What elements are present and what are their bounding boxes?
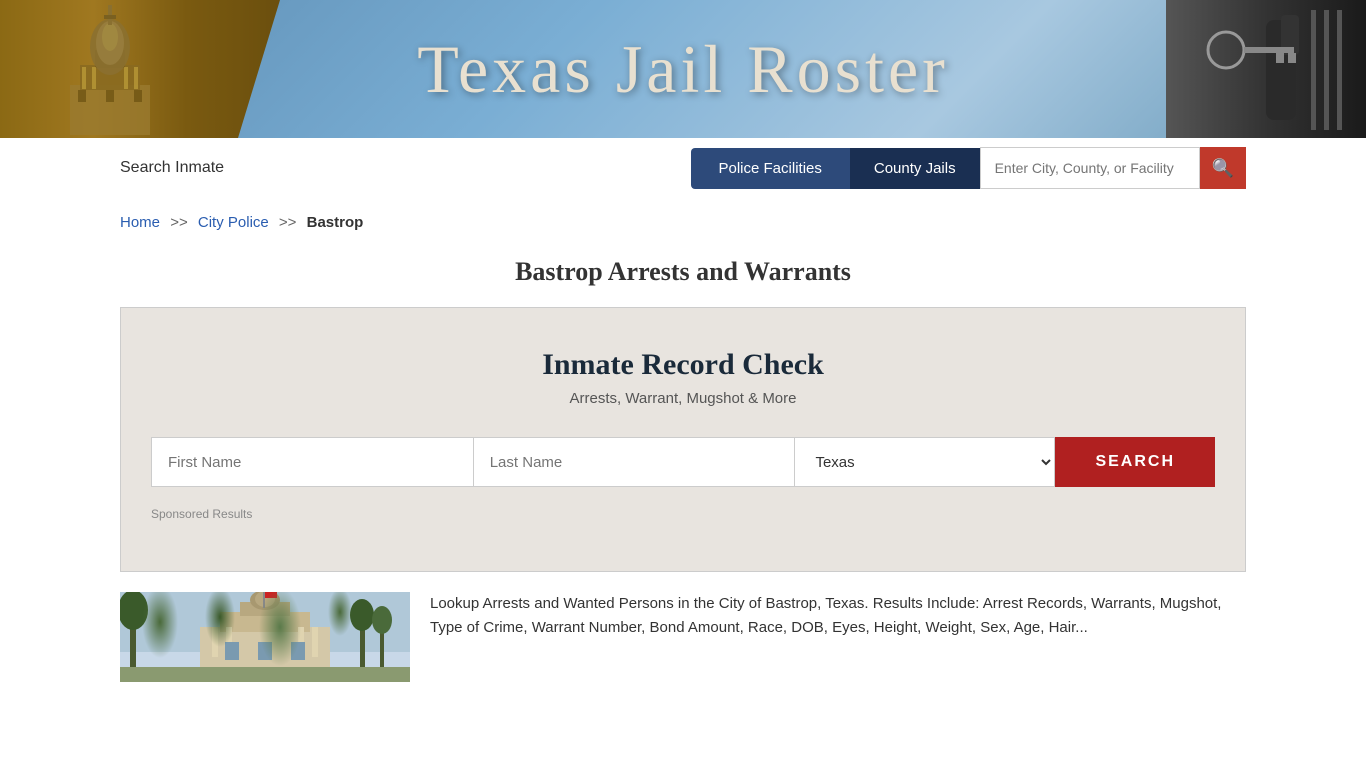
site-title: Texas Jail Roster — [417, 30, 949, 109]
breadcrumb-city-police[interactable]: City Police — [198, 214, 269, 231]
page-title: Bastrop Arrests and Warrants — [120, 257, 1246, 287]
record-check-subtitle: Arrests, Warrant, Mugshot & More — [151, 390, 1215, 407]
county-jails-button[interactable]: County Jails — [850, 148, 980, 189]
capitol-dome-icon — [60, 5, 160, 135]
facility-search-input[interactable] — [980, 147, 1200, 189]
first-name-input[interactable] — [151, 437, 474, 487]
search-icon: 🔍 — [1212, 158, 1234, 179]
last-name-input[interactable] — [474, 437, 796, 487]
page-title-section: Bastrop Arrests and Warrants — [0, 247, 1366, 307]
police-facilities-button[interactable]: Police Facilities — [691, 148, 850, 189]
facility-search-button[interactable]: 🔍 — [1200, 147, 1246, 189]
bastrop-image — [120, 592, 410, 682]
header-banner: Texas Jail Roster — [0, 0, 1366, 138]
record-check-box: Inmate Record Check Arrests, Warrant, Mu… — [120, 307, 1246, 572]
right-decoration — [1166, 0, 1366, 138]
breadcrumb-current: Bastrop — [307, 214, 364, 231]
inmate-search-form: AlabamaAlaskaArizonaArkansasCaliforniaCo… — [151, 437, 1215, 487]
breadcrumb: Home >> City Police >> Bastrop — [0, 198, 1366, 247]
state-select[interactable]: AlabamaAlaskaArizonaArkansasCaliforniaCo… — [795, 437, 1055, 487]
nav-bar: Search Inmate Police Facilities County J… — [0, 138, 1366, 198]
bottom-section: Lookup Arrests and Wanted Persons in the… — [0, 572, 1366, 702]
bottom-description: Lookup Arrests and Wanted Persons in the… — [430, 592, 1246, 682]
breadcrumb-separator-1: >> — [170, 214, 188, 231]
tree-overlay — [120, 592, 410, 682]
search-inmate-label: Search Inmate — [120, 159, 671, 177]
sponsored-label: Sponsored Results — [151, 507, 1215, 521]
keys-icon — [1166, 10, 1346, 130]
search-button[interactable]: SEARCH — [1055, 437, 1215, 487]
record-check-title: Inmate Record Check — [151, 348, 1215, 382]
breadcrumb-separator-2: >> — [279, 214, 297, 231]
breadcrumb-home[interactable]: Home — [120, 214, 160, 231]
nav-buttons: Police Facilities County Jails 🔍 — [691, 147, 1247, 189]
